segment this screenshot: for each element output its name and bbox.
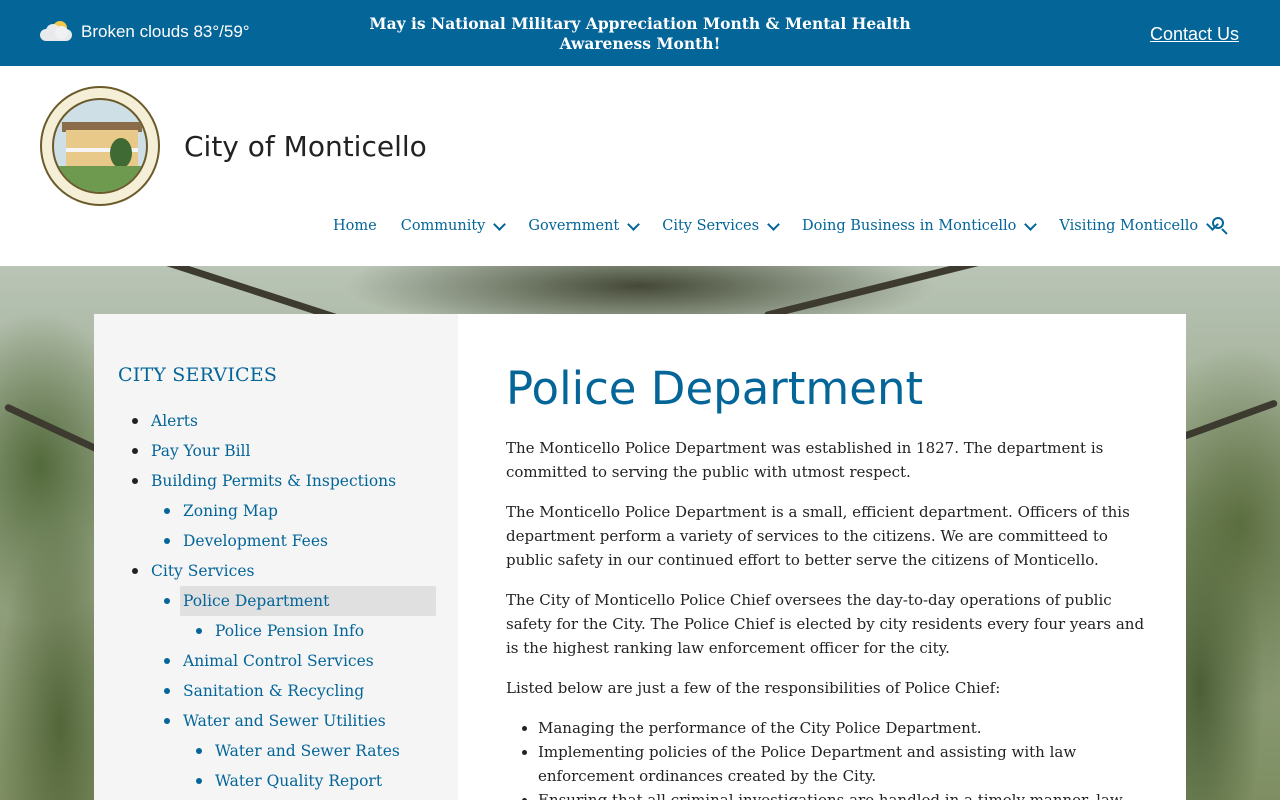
chevron-down-icon xyxy=(1024,217,1038,231)
sidebar-item-water-sewer-utilities[interactable]: Water and Sewer Utilities xyxy=(118,706,436,736)
sidebar-heading: CITY SERVICES xyxy=(118,364,278,386)
responsibilities-list: Managing the performance of the City Pol… xyxy=(538,716,1146,800)
bullet-icon xyxy=(164,508,170,514)
sidebar-item-alerts[interactable]: Alerts xyxy=(118,406,436,436)
sidebar-item-water-quality-report[interactable]: Water Quality Report xyxy=(118,766,436,796)
chevron-down-icon xyxy=(493,217,507,231)
paragraph: The Monticello Police Department was est… xyxy=(506,439,1104,481)
list-item: Managing the performance of the City Pol… xyxy=(538,716,1146,740)
main-content: Police Department The Monticello Police … xyxy=(458,314,1186,800)
bullet-icon xyxy=(164,538,170,544)
sidebar-menu: Alerts Pay Your Bill Building Permits & … xyxy=(118,406,436,796)
main-nav: Home Community Government City Services … xyxy=(333,216,1241,236)
paragraph: The Monticello Police Department is a sm… xyxy=(506,503,1130,569)
paragraph: Listed below are just a few of the respo… xyxy=(506,679,1001,697)
nav-item-label: Visiting Monticello xyxy=(1059,218,1199,234)
sidebar-item-label: Building Permits & Inspections xyxy=(151,472,397,490)
nav-item-home[interactable]: Home xyxy=(333,218,377,234)
sidebar-item-police-pension-info[interactable]: Police Pension Info xyxy=(118,616,436,646)
sidebar-item-label: Sanitation & Recycling xyxy=(183,682,365,700)
sidebar-item-sanitation-recycling[interactable]: Sanitation & Recycling xyxy=(118,676,436,706)
bullet-icon xyxy=(132,568,138,574)
bullet-icon xyxy=(196,748,202,754)
sidebar-item-pay-your-bill[interactable]: Pay Your Bill xyxy=(118,436,436,466)
nav-item-community[interactable]: Community xyxy=(400,217,507,234)
page-title: Police Department xyxy=(506,362,924,415)
bullet-icon xyxy=(164,718,170,724)
sidebar-item-label: Pay Your Bill xyxy=(151,442,251,460)
weather-widget: Broken clouds 83°/59° xyxy=(40,19,250,45)
sidebar-item-label: Development Fees xyxy=(183,532,328,550)
site-header: City of Monticello Home Community Govern… xyxy=(0,66,1280,266)
weather-text: Broken clouds 83°/59° xyxy=(81,22,250,41)
bullet-icon xyxy=(132,478,138,484)
sidebar-item-label: Water and Sewer Rates xyxy=(215,742,400,760)
sidebar-item-city-services[interactable]: City Services xyxy=(118,556,436,586)
chevron-down-icon xyxy=(627,217,641,231)
bullet-icon xyxy=(132,448,138,454)
bullet-icon xyxy=(196,778,202,784)
bullet-icon xyxy=(164,598,170,604)
sidebar-item-label: City Services xyxy=(151,562,255,580)
nav-item-label: Government xyxy=(528,218,620,234)
top-bar: Broken clouds 83°/59° May is National Mi… xyxy=(0,0,1280,66)
partly-cloudy-icon xyxy=(40,20,74,44)
paragraph: The City of Monticello Police Chief over… xyxy=(506,591,1145,657)
nav-item-label: Home xyxy=(333,218,377,234)
article-body: The Monticello Police Department was est… xyxy=(506,436,1146,800)
sidebar: CITY SERVICES Alerts Pay Your Bill Build… xyxy=(94,314,458,800)
list-item: Implementing policies of the Police Depa… xyxy=(538,740,1146,788)
sidebar-item-label: Zoning Map xyxy=(183,502,278,520)
list-item: Ensuring that all criminal investigation… xyxy=(538,788,1146,800)
chevron-down-icon xyxy=(767,217,780,231)
sidebar-item-label: Alerts xyxy=(151,412,198,430)
nav-item-visiting[interactable]: Visiting Monticello xyxy=(1059,217,1220,234)
sidebar-item-water-sewer-rates[interactable]: Water and Sewer Rates xyxy=(118,736,436,766)
sidebar-item-label: Animal Control Services xyxy=(183,652,374,670)
city-seal-logo[interactable] xyxy=(40,86,160,206)
sidebar-item-development-fees[interactable]: Development Fees xyxy=(118,526,436,556)
announcement-banner: May is National Military Appreciation Mo… xyxy=(369,14,911,53)
sidebar-item-label: Water Quality Report xyxy=(215,772,383,790)
sidebar-item-label: Police Pension Info xyxy=(215,622,365,640)
bullet-icon xyxy=(196,628,202,634)
sidebar-item-label: Police Department xyxy=(183,592,330,610)
sidebar-item-police-department[interactable]: Police Department xyxy=(118,586,436,616)
bullet-icon xyxy=(164,688,170,694)
nav-item-label: Doing Business in Monticello xyxy=(802,218,1017,234)
contact-us-link[interactable]: Contact Us xyxy=(1150,24,1239,45)
sidebar-item-label: Water and Sewer Utilities xyxy=(183,712,386,730)
nav-item-doing-business[interactable]: Doing Business in Monticello xyxy=(802,217,1038,234)
site-title[interactable]: City of Monticello xyxy=(184,130,427,163)
sidebar-item-zoning-map[interactable]: Zoning Map xyxy=(118,496,436,526)
bullet-icon xyxy=(164,658,170,664)
sidebar-item-animal-control[interactable]: Animal Control Services xyxy=(118,646,436,676)
nav-item-label: City Services xyxy=(662,218,760,234)
nav-item-city-services[interactable]: City Services xyxy=(662,217,780,234)
nav-item-government[interactable]: Government xyxy=(528,217,641,234)
search-icon[interactable] xyxy=(1212,217,1228,235)
sidebar-item-building-permits[interactable]: Building Permits & Inspections xyxy=(118,466,436,496)
nav-item-label: Community xyxy=(400,218,486,234)
bullet-icon xyxy=(132,418,138,424)
